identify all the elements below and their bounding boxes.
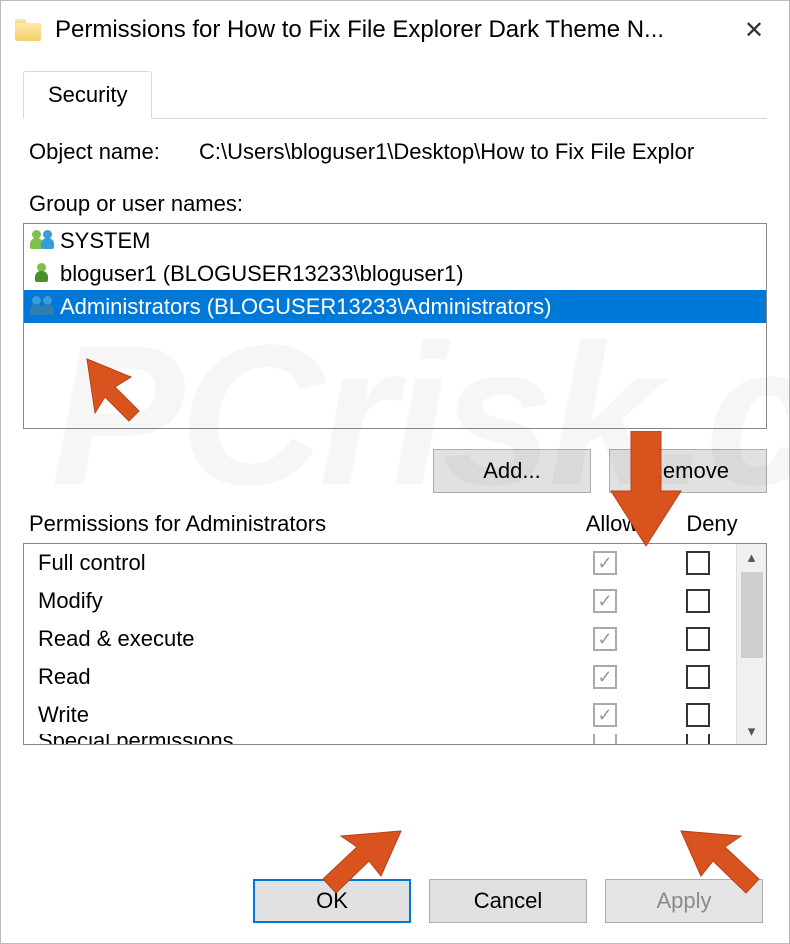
- group-item-label: bloguser1 (BLOGUSER13233\bloguser1): [60, 261, 464, 287]
- allow-checkbox[interactable]: ✓: [593, 551, 617, 575]
- users-group-icon: [30, 295, 54, 319]
- tab-strip: Security: [23, 71, 767, 119]
- allow-checkbox[interactable]: ✓: [593, 665, 617, 689]
- group-button-row: Add... Remove: [23, 449, 767, 493]
- deny-checkbox[interactable]: [686, 703, 710, 727]
- cancel-button[interactable]: Cancel: [429, 879, 587, 923]
- permissions-list: Full control ✓ Modify ✓ Read & execute ✓…: [23, 543, 767, 745]
- allow-column-label: Allow: [557, 511, 667, 537]
- perm-row-modify: Modify ✓: [38, 582, 736, 620]
- allow-checkbox[interactable]: [593, 734, 617, 744]
- perm-label: Write: [38, 702, 550, 728]
- group-list-label: Group or user names:: [23, 191, 767, 217]
- group-item-label: SYSTEM: [60, 228, 150, 254]
- users-group-icon: [30, 229, 54, 253]
- object-name-path: C:\Users\bloguser1\Desktop\How to Fix Fi…: [199, 139, 761, 165]
- scrollbar[interactable]: ▴ ▾: [736, 544, 766, 744]
- allow-checkbox[interactable]: ✓: [593, 703, 617, 727]
- perm-label: Special permissions: [38, 734, 550, 744]
- title-bar: Permissions for How to Fix File Explorer…: [1, 1, 789, 59]
- scroll-thumb[interactable]: [741, 572, 763, 658]
- group-item-bloguser1[interactable]: bloguser1 (BLOGUSER13233\bloguser1): [24, 257, 766, 290]
- deny-checkbox[interactable]: [686, 734, 710, 744]
- perm-row-read: Read ✓: [38, 658, 736, 696]
- deny-checkbox[interactable]: [686, 589, 710, 613]
- dialog-content: Security Object name: C:\Users\bloguser1…: [1, 59, 789, 763]
- close-button[interactable]: ✕: [729, 10, 779, 50]
- perm-label: Read: [38, 664, 550, 690]
- perm-row-special: Special permissions: [38, 734, 736, 744]
- scroll-up-icon[interactable]: ▴: [737, 544, 766, 570]
- object-name-label: Object name:: [29, 139, 199, 165]
- permissions-dialog: PCrisk.com Permissions for How to Fix Fi…: [0, 0, 790, 944]
- perm-label: Read & execute: [38, 626, 550, 652]
- window-title: Permissions for How to Fix File Explorer…: [55, 16, 729, 44]
- dialog-button-row: OK Cancel Apply: [253, 879, 763, 923]
- perm-row-write: Write ✓: [38, 696, 736, 734]
- group-item-label: Administrators (BLOGUSER13233\Administra…: [60, 294, 552, 320]
- remove-button[interactable]: Remove: [609, 449, 767, 493]
- group-item-administrators[interactable]: Administrators (BLOGUSER13233\Administra…: [24, 290, 766, 323]
- permissions-header: Permissions for Administrators Allow Den…: [23, 511, 767, 543]
- deny-column-label: Deny: [667, 511, 757, 537]
- deny-checkbox[interactable]: [686, 551, 710, 575]
- user-icon: [30, 262, 54, 286]
- deny-checkbox[interactable]: [686, 665, 710, 689]
- perm-row-read-execute: Read & execute ✓: [38, 620, 736, 658]
- permissions-header-label: Permissions for Administrators: [29, 511, 557, 537]
- folder-icon: [15, 19, 41, 41]
- group-list[interactable]: SYSTEM bloguser1 (BLOGUSER13233\bloguser…: [23, 223, 767, 429]
- tab-security[interactable]: Security: [23, 71, 152, 119]
- allow-checkbox[interactable]: ✓: [593, 627, 617, 651]
- apply-button[interactable]: Apply: [605, 879, 763, 923]
- ok-button[interactable]: OK: [253, 879, 411, 923]
- perm-label: Modify: [38, 588, 550, 614]
- object-name-row: Object name: C:\Users\bloguser1\Desktop\…: [23, 139, 767, 165]
- add-button[interactable]: Add...: [433, 449, 591, 493]
- group-item-system[interactable]: SYSTEM: [24, 224, 766, 257]
- perm-label: Full control: [38, 550, 550, 576]
- deny-checkbox[interactable]: [686, 627, 710, 651]
- allow-checkbox[interactable]: ✓: [593, 589, 617, 613]
- perm-row-full-control: Full control ✓: [38, 544, 736, 582]
- scroll-down-icon[interactable]: ▾: [737, 718, 766, 744]
